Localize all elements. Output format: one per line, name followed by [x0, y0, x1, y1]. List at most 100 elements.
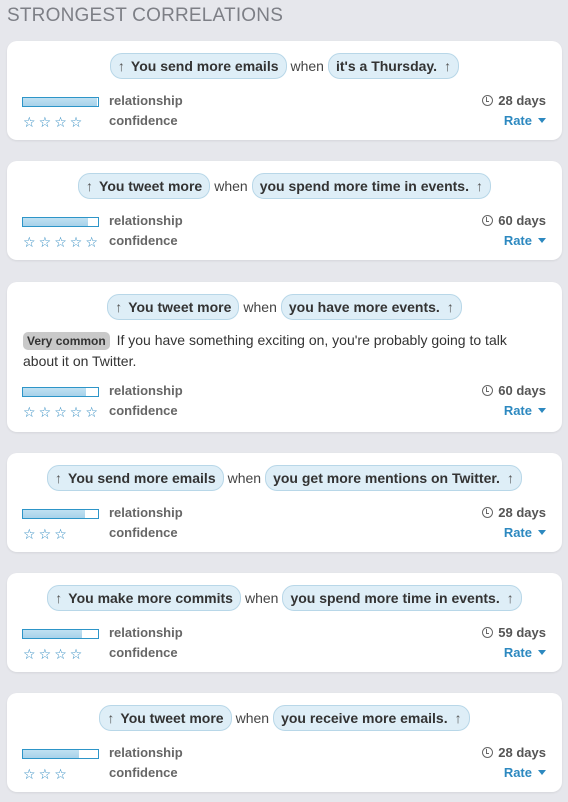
- time-window-label: 28 days: [498, 505, 546, 520]
- star-outline-icon: ☆: [23, 766, 36, 782]
- right-metric-pill[interactable]: it's a Thursday. ↑: [327, 53, 460, 79]
- correlation-sentence: ↑ You make more commits when you spend m…: [7, 585, 562, 611]
- left-metric-pill[interactable]: ↑ You tweet more: [78, 173, 211, 199]
- correlation-card: ↑ You send more emails when it's a Thurs…: [7, 41, 562, 140]
- right-metric-pill[interactable]: you get more mentions on Twitter. ↑: [265, 465, 522, 491]
- left-metric-label: You tweet more: [120, 710, 224, 726]
- left-metric-pill[interactable]: ↑ You tweet more: [99, 705, 232, 731]
- relationship-strength-fill: [23, 98, 98, 106]
- correlation-card: ↑ You tweet more when you receive more e…: [7, 693, 562, 792]
- rate-dropdown[interactable]: Rate: [504, 525, 546, 540]
- up-arrow-icon: ↑: [475, 178, 483, 194]
- relationship-strength-fill: [23, 510, 85, 518]
- right-metric-pill[interactable]: you spend more time in events. ↑: [282, 585, 522, 611]
- relationship-label: relationship: [109, 745, 183, 760]
- rate-dropdown[interactable]: Rate: [504, 403, 546, 418]
- rate-dropdown[interactable]: Rate: [504, 113, 546, 128]
- confidence-label: confidence: [109, 403, 178, 418]
- rate-label: Rate: [503, 113, 532, 128]
- time-window-label: 59 days: [498, 625, 546, 640]
- left-metric-label: You tweet more: [99, 178, 203, 194]
- right-metric-pill[interactable]: you receive more emails. ↑: [273, 705, 470, 731]
- rate-dropdown[interactable]: Rate: [504, 645, 546, 660]
- when-connector: when: [227, 470, 262, 486]
- star-outline-icon: ☆: [38, 114, 52, 130]
- rate-label: Rate: [503, 765, 532, 780]
- confidence-label: confidence: [109, 233, 178, 248]
- star-outline-icon: ☆: [23, 646, 36, 662]
- time-window-label: 60 days: [498, 383, 546, 398]
- rate-dropdown[interactable]: Rate: [504, 233, 546, 248]
- star-outline-icon: ☆: [69, 114, 83, 130]
- star-outline-icon: ☆: [38, 526, 52, 542]
- relationship-strength-bar: [22, 387, 99, 397]
- left-metric-label: You send more emails: [130, 58, 279, 74]
- relationship-label: relationship: [109, 625, 183, 640]
- star-outline-icon: ☆: [38, 404, 52, 420]
- star-outline-icon: ☆: [38, 234, 52, 250]
- confidence-stars: ☆ ☆ ☆ ☆: [23, 647, 84, 661]
- left-metric-pill[interactable]: ↑ You tweet more: [107, 294, 240, 320]
- star-outline-icon: ☆: [23, 404, 36, 420]
- left-metric-label: You tweet more: [128, 299, 232, 315]
- confidence-label: confidence: [109, 113, 178, 128]
- correlation-sentence: ↑ You send more emails when it's a Thurs…: [7, 53, 562, 79]
- up-arrow-icon: ↑: [117, 58, 125, 74]
- relationship-strength-bar: [22, 509, 99, 519]
- time-window-label: 28 days: [498, 745, 546, 760]
- left-metric-pill[interactable]: ↑ You send more emails: [47, 465, 224, 491]
- star-outline-icon: ☆: [38, 646, 52, 662]
- up-arrow-icon: ↑: [506, 590, 514, 606]
- left-metric-pill[interactable]: ↑ You send more emails: [109, 53, 287, 79]
- right-metric-pill[interactable]: you spend more time in events. ↑: [251, 173, 491, 199]
- star-outline-icon: ☆: [85, 404, 98, 420]
- clock-icon: [482, 95, 494, 106]
- clock-icon: [482, 385, 494, 396]
- right-metric-label: you spend more time in events.: [259, 178, 469, 194]
- caret-down-icon: [538, 530, 546, 535]
- relationship-label: relationship: [109, 383, 183, 398]
- right-metric-label: you have more events.: [288, 299, 440, 315]
- up-arrow-icon: ↑: [115, 299, 123, 315]
- rate-dropdown[interactable]: Rate: [504, 765, 546, 780]
- up-arrow-icon: ↑: [55, 470, 63, 486]
- relationship-label: relationship: [109, 505, 183, 520]
- left-metric-label: You make more commits: [68, 590, 233, 606]
- relationship-strength-fill: [23, 388, 86, 396]
- left-metric-pill[interactable]: ↑ You make more commits: [47, 585, 241, 611]
- clock-icon: [482, 215, 494, 226]
- relationship-strength-bar: [22, 629, 99, 639]
- left-metric-label: You send more emails: [68, 470, 216, 486]
- correlation-card: ↑ You make more commits when you spend m…: [7, 573, 562, 672]
- confidence-label: confidence: [109, 645, 178, 660]
- correlation-card: ↑ You tweet more when you have more even…: [7, 282, 562, 432]
- when-connector: when: [235, 710, 270, 726]
- confidence-stars: ☆ ☆ ☆ ☆: [23, 115, 84, 129]
- star-outline-icon: ☆: [54, 766, 67, 782]
- up-arrow-icon: ↑: [55, 590, 63, 606]
- up-arrow-icon: ↑: [444, 58, 452, 74]
- correlation-card: ↑ You tweet more when you spend more tim…: [7, 161, 562, 260]
- up-arrow-icon: ↑: [107, 710, 115, 726]
- clock-icon: [482, 627, 494, 638]
- right-metric-pill[interactable]: you have more events. ↑: [280, 294, 462, 320]
- confidence-stars: ☆ ☆ ☆: [23, 767, 69, 781]
- relationship-strength-fill: [23, 630, 82, 638]
- caret-down-icon: [538, 408, 546, 413]
- correlation-sentence: ↑ You tweet more when you receive more e…: [7, 705, 562, 731]
- correlation-sentence: ↑ You tweet more when you spend more tim…: [7, 173, 562, 199]
- time-window: 28 days: [482, 505, 546, 520]
- star-outline-icon: ☆: [85, 234, 98, 250]
- star-outline-icon: ☆: [69, 646, 83, 662]
- correlation-sentence: ↑ You tweet more when you have more even…: [7, 294, 562, 320]
- right-metric-label: you receive more emails.: [281, 710, 448, 726]
- star-outline-icon: ☆: [54, 114, 67, 130]
- star-outline-icon: ☆: [38, 766, 52, 782]
- time-window: 60 days: [482, 383, 546, 398]
- correlation-card: ↑ You send more emails when you get more…: [7, 453, 562, 552]
- time-window: 59 days: [482, 625, 546, 640]
- up-arrow-icon: ↑: [506, 470, 514, 486]
- rate-label: Rate: [503, 233, 532, 248]
- relationship-label: relationship: [109, 213, 183, 228]
- time-window: 28 days: [482, 93, 546, 108]
